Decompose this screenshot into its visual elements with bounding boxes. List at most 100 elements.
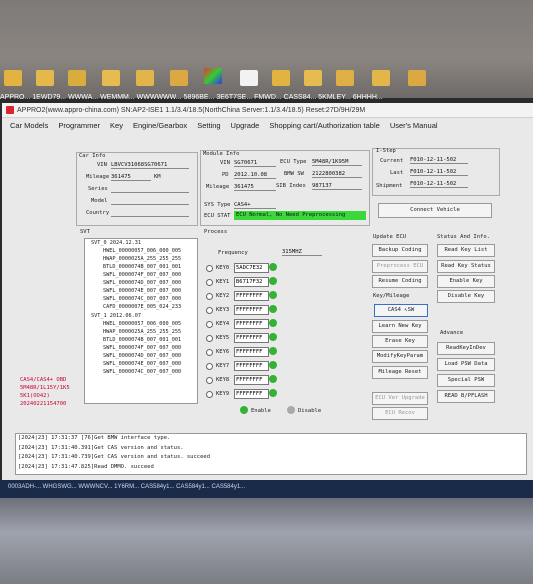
key-mileage-heading: Key/Mileage <box>373 293 410 299</box>
menu-key[interactable]: Key <box>110 121 123 130</box>
svt-line[interactable]: CAFD_0000007E_005_024_233 <box>103 304 181 310</box>
key7-radio[interactable] <box>206 363 213 370</box>
learn-new-key-button[interactable]: Learn New Key <box>372 320 428 333</box>
backup-coding-button[interactable]: Backup Coding <box>372 244 428 257</box>
key2-label: KEY2 <box>216 293 230 299</box>
connect-vehicle-button[interactable]: Connect Vehicle <box>378 203 492 218</box>
svt-line[interactable]: HWEL_00000057_006_000_005 <box>103 321 181 327</box>
desktop-icon-1[interactable] <box>4 70 22 86</box>
key6-label: KEY6 <box>216 349 230 355</box>
key8-value: FFFFFFFF <box>234 375 269 385</box>
desktop-icon-8[interactable] <box>240 70 258 86</box>
update-ecu-heading: Update ECU <box>373 234 407 240</box>
key9-radio[interactable] <box>206 391 213 398</box>
car-country-label: Country <box>86 210 110 216</box>
read-key-in-dev-button[interactable]: ReadKeyInDev <box>437 342 495 355</box>
car-vin-label: VIN <box>97 162 107 168</box>
erase-key-button[interactable]: Erase Key <box>372 335 428 348</box>
svt-line[interactable]: HWEL_00000057_006_000_005 <box>103 248 181 254</box>
key3-value: FFFFFFFF <box>234 305 269 315</box>
advance-heading: Advance <box>440 330 464 336</box>
key6-value: FFFFFFFF <box>234 347 269 357</box>
key8-label: KEY8 <box>216 377 230 383</box>
read-bflash-button[interactable]: READ B/PFLASH <box>437 390 495 403</box>
svt-line[interactable]: BTLD_0000074B_007_001_001 <box>103 264 181 270</box>
menu-engine-gearbox[interactable]: Engine/Gearbox <box>133 121 187 130</box>
desktop-icon-6[interactable] <box>170 70 188 86</box>
svt-line[interactable]: SVT_0 2024.12.31 <box>91 240 141 246</box>
app-icon-colorful[interactable] <box>204 68 222 84</box>
svt-line[interactable]: SWFL_0000074E_007_007_000 <box>103 288 181 294</box>
menu-setting[interactable]: Setting <box>197 121 220 130</box>
taskbar: 0003ADH-... WHGSWG... WWWNCV... 1Y6RM...… <box>0 480 533 498</box>
read-key-list-button[interactable]: Read Key List <box>437 244 495 257</box>
svt-line[interactable]: SWFL_0000074E_007_007_000 <box>103 361 181 367</box>
taskbar-items[interactable]: 0003ADH-... WHGSWG... WWWNCV... 1Y6RM...… <box>8 484 245 490</box>
desktop-icon-2[interactable] <box>36 70 54 86</box>
module-vin-label: VIN <box>220 160 230 166</box>
modify-key-param-button[interactable]: ModifyKeyParam <box>372 350 428 363</box>
key7-status-dot <box>269 361 277 369</box>
ecu-stat-label: ECU STAT <box>204 213 231 219</box>
svt-tree[interactable]: SVT_0 2024.12.31 HWEL_00000057_006_000_0… <box>84 238 198 404</box>
key6-radio[interactable] <box>206 349 213 356</box>
disable-key-button[interactable]: Disable Key <box>437 290 495 303</box>
load-psw-data-button[interactable]: Load PSW Data <box>437 358 495 371</box>
preprocess-ecu-button[interactable]: Preprocess ECU <box>372 260 428 273</box>
key2-radio[interactable] <box>206 293 213 300</box>
desktop-icon-4[interactable] <box>102 70 120 86</box>
svt-heading: SVT <box>80 229 90 235</box>
key3-radio[interactable] <box>206 307 213 314</box>
desktop-icon-11[interactable] <box>336 70 354 86</box>
menu-shopping-cart[interactable]: Shopping cart/Authorization table <box>269 121 380 130</box>
istep-shipment-value: F010-12-11-502 <box>410 181 468 188</box>
svt-line[interactable]: SVT_1 2012.06.07 <box>91 313 141 319</box>
mileage-reset-button[interactable]: Mileage Reset <box>372 366 428 379</box>
key4-label: KEY4 <box>216 321 230 327</box>
svt-line[interactable]: SWFL_0000074F_007_007_000 <box>103 345 181 351</box>
ecu-ver-upgrade-button[interactable]: ECU Ver Upgrade <box>372 392 428 405</box>
svt-line[interactable]: SWFL_0000074C_007_007_000 <box>103 296 181 302</box>
key1-label: KEY1 <box>216 279 230 285</box>
car-model-label: Model <box>91 198 108 204</box>
menu-car-models[interactable]: Car Models <box>10 121 48 130</box>
desktop-background: APPRO... 1EWD79... WWWA... WEMMM... WWWW… <box>0 0 533 101</box>
svt-line[interactable]: SWFL_0000074D_007_007_000 <box>103 280 181 286</box>
special-psw-button[interactable]: Special PSW <box>437 374 495 387</box>
desktop-icon-10[interactable] <box>304 70 322 86</box>
menu-programmer[interactable]: Programmer <box>58 121 100 130</box>
key1-value: B6717F32 <box>234 277 269 287</box>
svt-line[interactable]: SWFL_0000074F_007_007_000 <box>103 272 181 278</box>
desktop-icon-13[interactable] <box>408 70 426 86</box>
car-vin-value: LBVCV31068SG70671 <box>111 162 189 169</box>
svt-line[interactable]: HWAP_0000025A_255_255_255 <box>103 256 181 262</box>
menu-upgrade[interactable]: Upgrade <box>231 121 260 130</box>
key8-radio[interactable] <box>206 377 213 384</box>
log-line: [2024|23] 17:31:37 [76]Get BMW interface… <box>18 435 171 441</box>
svt-line[interactable]: SWFL_0000074C_007_007_000 <box>103 369 181 375</box>
svt-tag-line: 5K1(OO42) <box>20 393 50 399</box>
key5-radio[interactable] <box>206 335 213 342</box>
svt-line[interactable]: SWFL_0000074D_007_007_000 <box>103 353 181 359</box>
desktop-icon-12[interactable] <box>372 70 390 86</box>
istep-last-label: Last <box>390 170 404 176</box>
resume-coding-button[interactable]: Resume Coding <box>372 275 428 288</box>
svt-line[interactable]: HWAP_0000025A_255_255_255 <box>103 329 181 335</box>
ecu-recover-button[interactable]: ECU Recov <box>372 407 428 420</box>
desktop-icon-9[interactable] <box>272 70 290 86</box>
cas4-sw-button[interactable]: CAS4 ↖SW <box>374 304 428 317</box>
key4-radio[interactable] <box>206 321 213 328</box>
key1-radio[interactable] <box>206 279 213 286</box>
key0-radio[interactable] <box>206 265 213 272</box>
svt-line[interactable]: BTLD_0000074B_007_001_001 <box>103 337 181 343</box>
desktop-icon-3[interactable] <box>68 70 86 86</box>
read-key-status-button[interactable]: Read Key Status <box>437 260 495 273</box>
svt-tag-line: 5M48R/1L15Y/1K5 <box>20 385 70 391</box>
key9-value: FFFFFFFF <box>234 389 269 399</box>
enable-key-button[interactable]: Enable Key <box>437 275 495 288</box>
desktop-icon-5[interactable] <box>136 70 154 86</box>
key9-status-dot <box>269 389 277 397</box>
status-info-heading: Status And Info. <box>437 234 490 240</box>
menu-users-manual[interactable]: User's Manual <box>390 121 438 130</box>
log-line: [2024|23] 17:31:47.825]Read DMMO. succee… <box>18 463 154 470</box>
